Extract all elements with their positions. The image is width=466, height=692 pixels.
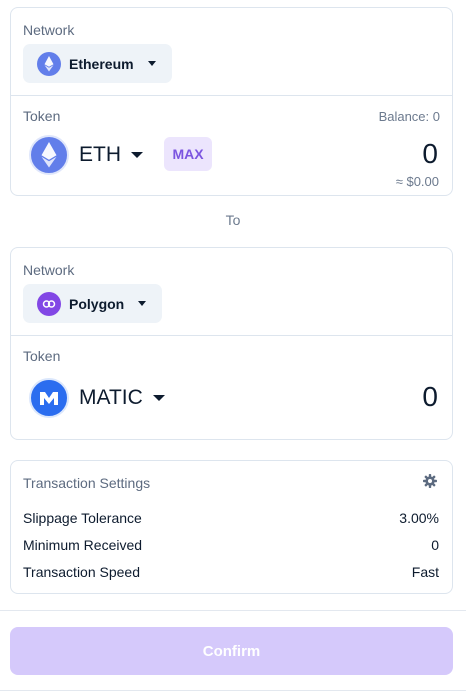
chevron-down-icon <box>152 395 165 401</box>
max-button[interactable]: MAX <box>164 137 212 171</box>
slippage-label: Slippage Tolerance <box>23 510 142 526</box>
divider <box>0 610 466 611</box>
source-network-label: Network <box>23 22 75 38</box>
destination-card: Network Polygon Token MATIC 0 <box>10 247 453 440</box>
dest-network-selector[interactable]: Polygon <box>23 284 162 323</box>
ethereum-icon <box>37 51 61 76</box>
transaction-speed-label: Transaction Speed <box>23 564 140 580</box>
chevron-down-icon <box>131 152 143 158</box>
dest-token-selector[interactable]: MATIC <box>29 378 165 418</box>
dest-token-label: Token <box>23 348 61 364</box>
minimum-received-value: 0 <box>431 537 439 553</box>
source-token-selector[interactable]: ETH <box>29 135 143 175</box>
transaction-speed-value: Fast <box>411 564 439 580</box>
dest-network-name: Polygon <box>69 295 125 312</box>
source-network-selector[interactable]: Ethereum <box>23 44 172 83</box>
slippage-value: 3.00% <box>399 510 439 526</box>
gear-icon[interactable] <box>422 473 438 489</box>
transaction-settings-card: Transaction Settings Slippage Tolerance … <box>10 460 453 594</box>
dest-amount: 0 <box>422 381 438 412</box>
source-token-symbol: ETH <box>79 143 121 166</box>
divider <box>11 95 452 96</box>
divider <box>0 690 466 691</box>
source-network-name: Ethereum <box>69 55 134 72</box>
source-token-label: Token <box>23 108 61 124</box>
settings-row-slippage: Slippage Tolerance 3.00% <box>23 510 439 526</box>
to-label: To <box>225 212 241 228</box>
dest-network-label: Network <box>23 262 75 278</box>
source-balance: Balance: 0 <box>378 109 440 124</box>
settings-row-speed: Transaction Speed Fast <box>23 564 439 580</box>
source-amount-input[interactable]: 0 <box>422 138 438 170</box>
minimum-received-label: Minimum Received <box>23 537 143 553</box>
dest-token-symbol: MATIC <box>79 386 143 409</box>
confirm-button[interactable]: Confirm <box>10 627 453 675</box>
polygon-icon <box>37 291 61 316</box>
source-card: Network Ethereum Token Balance: 0 ETH MA… <box>10 7 453 196</box>
chevron-down-icon <box>138 301 147 306</box>
settings-row-minimum-received: Minimum Received 0 <box>23 537 439 553</box>
divider <box>11 335 452 336</box>
settings-title: Transaction Settings <box>23 475 151 491</box>
chevron-down-icon <box>147 61 156 66</box>
ethereum-icon <box>29 135 69 175</box>
matic-icon <box>29 378 69 418</box>
source-fiat-value: ≈ $0.00 <box>395 174 439 189</box>
